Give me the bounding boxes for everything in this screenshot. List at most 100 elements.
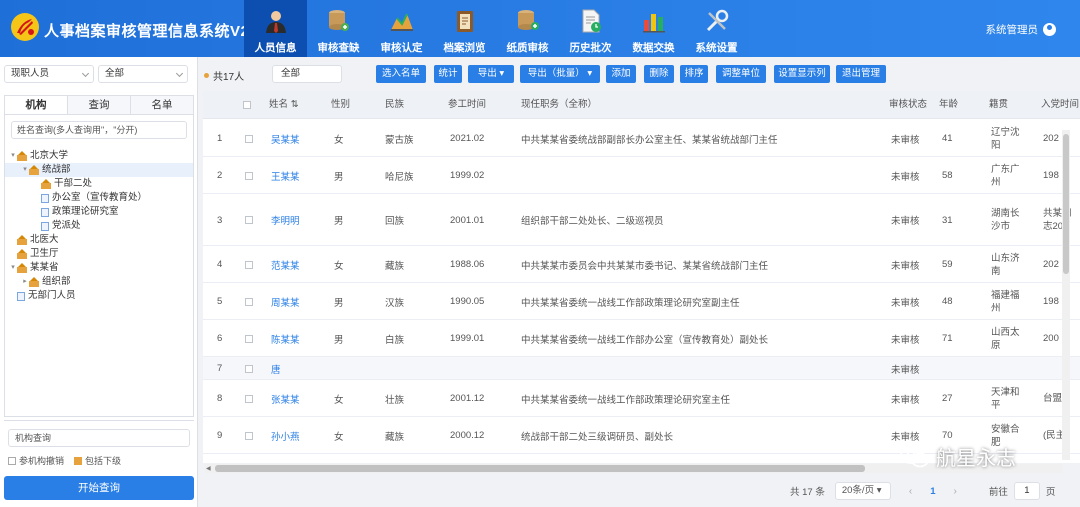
cell-name[interactable]: 陈某某 [271,320,321,357]
delete-button[interactable]: 删除 [644,65,674,83]
cell-status: 未审核 [891,364,920,376]
person-type-value: 现职人员 [11,68,50,79]
cell-name[interactable]: 周某某 [271,283,321,320]
cell-name[interactable]: 范某某 [271,246,321,283]
col-name[interactable]: 姓名 ⇅ [269,91,299,119]
table-row[interactable]: 1 吴某某 女 蒙古族 2021.02 中共某某省委统战部副部长办公室主任、某某省统战部门… [203,120,1080,157]
tree-node[interactable]: ▾ 统战部 [5,163,193,177]
cell-work [450,357,510,380]
tree-node[interactable]: ▾ 某某省 [5,261,193,275]
nav-paper-audit[interactable]: 纸质审核 [496,0,559,57]
caret-icon[interactable]: ▸ [21,275,29,289]
row-checkbox[interactable] [245,260,253,269]
start-query-button[interactable]: 开始查询 [4,476,194,500]
caret-icon[interactable]: ▾ [21,163,29,177]
statistics-button[interactable]: 统计 [434,65,462,83]
row-checkbox[interactable] [245,216,253,224]
cell-name[interactable]: 张某某 [271,380,321,417]
caret-icon[interactable]: ▾ [9,149,17,163]
nav-audit-check[interactable]: 审核查缺 [307,0,370,57]
scope-value: 全部 [105,68,125,79]
table-row[interactable]: 6 陈某某 男 白族 1999.01 中共某某省委统一战线工作部办公室（宣传教育处）副处长… [203,320,1080,357]
scroll-thumb[interactable] [1063,134,1069,274]
user-menu[interactable]: 系统管理员 [986,22,1056,37]
adjust-unit-button[interactable]: 调整单位 [716,65,766,83]
vertical-scrollbar[interactable] [1062,130,1070,460]
tools-icon [702,6,732,36]
cell-name[interactable]: 李明明 [271,194,321,246]
query-options: 参机构撤销 包括下级 [8,454,121,467]
tree-node[interactable]: 办公室（宣传教育处） [5,191,193,205]
name-search-input[interactable]: 姓名查询(多人查询用"，"分开) [11,121,187,139]
row-checkbox[interactable] [245,297,253,306]
row-checkbox[interactable] [245,334,253,343]
cell-name[interactable]: 王某某 [271,157,321,194]
cell-ethnic: 汉族 [385,297,405,309]
nav-data-exchange[interactable]: 数据交换 [622,0,685,57]
tree-node[interactable]: 卫生厅 [5,247,193,261]
prev-page-button[interactable]: ‹ [909,486,912,497]
sort-button[interactable]: 排序 [680,65,708,83]
nav-personnel-info[interactable]: 人员信息 [244,0,307,57]
cell-work: 1988.06 [450,259,485,270]
cell-name[interactable]: 吴某某 [271,120,321,157]
page-size-select[interactable]: 20条/页 ▾ [834,482,891,500]
org-building-icon [29,276,39,287]
row-checkbox[interactable] [245,134,253,143]
org-query-input[interactable]: 机构查询 [8,429,190,447]
include-sub-option[interactable]: 包括下级 [74,454,121,467]
add-button[interactable]: 添加 [606,65,636,83]
scope-select[interactable]: 全部 [98,65,188,83]
caret-icon[interactable]: ▾ [9,261,17,275]
nav-archive-browse[interactable]: 档案浏览 [433,0,496,57]
nav-label: 审核查缺 [317,42,360,54]
tree-node[interactable]: 政策理论研究室 [5,205,193,219]
goto-page-input[interactable]: 1 [1013,482,1040,500]
checkbox-checked[interactable] [74,457,83,465]
nav-audit-confirm[interactable]: 审核认定 [370,0,433,57]
include-org-option[interactable]: 参机构撤销 [8,454,64,467]
table-row[interactable]: 7 唐 未审核 [203,357,1080,380]
next-page-button[interactable]: › [954,486,957,497]
batch-export-button[interactable]: 导出（批量） ▾ [520,65,600,83]
nav-system-settings[interactable]: 系统设置 [685,0,748,57]
tab-query[interactable]: 查询 [68,96,131,114]
tab-org[interactable]: 机构 [5,96,68,114]
table-row[interactable]: 2 王某某 男 哈尼族 1999.02 未审核 58 广东广州 198 [203,157,1080,194]
table-row[interactable]: 8 张某某 女 壮族 2001.12 中共某某省委统一战线工作部政策理论研究室主任 未审核 2… [203,380,1080,417]
scroll-thumb[interactable] [215,465,865,472]
tree-node[interactable]: 无部门人员 [5,289,193,303]
row-checkbox[interactable] [245,171,253,180]
exit-manage-button[interactable]: 退出管理 [836,65,886,83]
current-page[interactable]: 1 [930,486,935,497]
person-type-select[interactable]: 现职人员 [4,65,94,83]
cell-name[interactable]: 唐 [271,357,321,380]
tab-list[interactable]: 名单 [131,96,193,114]
cell-position: 中共某某市委员会中共某某市委书记、某某省统战部门主任 [521,260,769,272]
set-columns-button[interactable]: 设置显示列 [774,65,830,83]
row-checkbox[interactable] [245,394,253,403]
cell-name[interactable]: 孙小燕 [271,417,321,454]
cell-age [942,357,972,380]
tree-node[interactable]: 干部二处 [5,177,193,191]
tree-node[interactable]: 北医大 [5,233,193,247]
table-row[interactable]: 3 李明明 男 回族 2001.01 组织部干部二处处长、二级巡视员 未审核 31 湖南长沙市共… [203,194,1080,246]
row-checkbox[interactable] [245,364,253,373]
cell-age: 58 [942,170,953,181]
cell-gender: 男 [334,216,344,227]
export-button[interactable]: 导出 ▾ [468,65,514,83]
tree-node[interactable]: 党派处 [5,219,193,233]
scroll-left-icon[interactable]: ◀ [206,465,211,472]
row-checkbox[interactable] [245,431,253,440]
table-row[interactable]: 5 周某某 男 汉族 1990.05 中共某某省委统一战线工作部政策理论研究室副主任 未审核… [203,283,1080,320]
select-all-checkbox[interactable] [243,101,251,109]
cell-position: 中共某某省委统战部副部长办公室主任、某某省统战部门主任 [521,134,778,146]
tree-node[interactable]: ▸ 组织部 [5,275,193,289]
checkbox[interactable] [8,457,16,465]
tree-node[interactable]: ▾ 北京大学 [5,149,193,163]
range-select[interactable]: 全部 [272,65,342,83]
tree-node-label: 干部二处 [54,178,93,189]
select-to-list-button[interactable]: 选入名单 [376,65,426,83]
nav-history-batch[interactable]: 历史批次 [559,0,622,57]
table-row[interactable]: 4 范某某 女 藏族 1988.06 中共某某市委员会中共某某市委书记、某某省统战部门主任… [203,246,1080,283]
